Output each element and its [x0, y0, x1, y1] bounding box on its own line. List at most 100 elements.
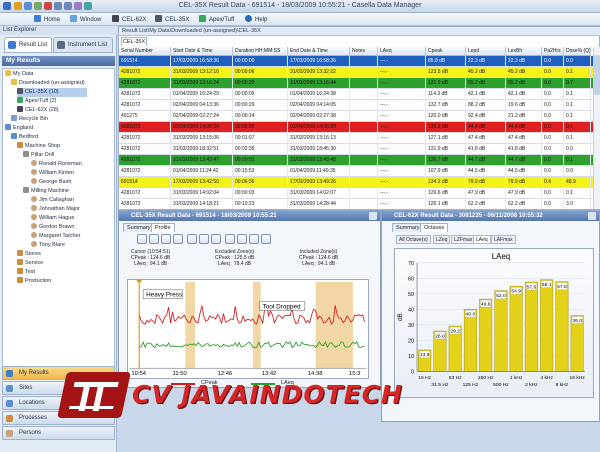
- subtab-lafmax[interactable]: LAFmax: [491, 235, 516, 244]
- tab-summary[interactable]: Summary: [392, 223, 424, 232]
- table-row[interactable]: 4281072 31/03/2009 13:16:24 00:00:20 31/03/…: [119, 78, 593, 89]
- column-header[interactable]: Duration HH:MM:SS: [233, 47, 288, 56]
- table-cell: 0.0: [564, 144, 591, 155]
- tab-cel-35x-document[interactable]: CEL-35X: [121, 37, 147, 46]
- include-zone-icon[interactable]: [237, 234, 247, 244]
- close-icon[interactable]: [369, 212, 377, 220]
- menu-window[interactable]: Window: [70, 15, 101, 24]
- tab-result-list[interactable]: Result List: [4, 37, 52, 53]
- chart-settings-icon[interactable]: [249, 234, 259, 244]
- tree-node-downloaded[interactable]: Downloaded (un-assigned): [11, 79, 85, 88]
- tree-node-person[interactable]: Jim Callaghan: [31, 196, 74, 205]
- cursor-handle-icon[interactable]: [136, 280, 143, 284]
- tab-instrument-list[interactable]: Instrument List: [53, 37, 113, 53]
- column-header[interactable]: Start Date & Time: [171, 47, 233, 56]
- tab-octaves[interactable]: Octaves: [420, 223, 449, 232]
- print-icon[interactable]: [261, 234, 271, 244]
- tree-node-production[interactable]: Production: [17, 277, 51, 286]
- tab-profile[interactable]: Profile: [151, 223, 175, 232]
- zoom-out-icon[interactable]: [149, 234, 159, 244]
- profile-window-titlebar[interactable]: CEL-35X Result Data - 691514 - 18/03/200…: [119, 211, 380, 221]
- table-row[interactable]: 691514 17/03/2009 13:42:50 00:06:36 17/03/2…: [119, 177, 593, 188]
- tree-node-person[interactable]: William Hague: [31, 214, 74, 223]
- table-cell: 127.1 dB: [426, 133, 466, 144]
- menu-home[interactable]: Home: [34, 15, 60, 24]
- tree-node-person[interactable]: Ronald Roneman: [31, 160, 82, 169]
- table-row[interactable]: 4281072 31/03/2009 13:15:06 00:01:07 31/03/…: [119, 133, 593, 144]
- tree-node-person[interactable]: Gordon Brawn: [31, 223, 74, 232]
- tree-node-person[interactable]: Margaret Tatcher: [31, 232, 80, 241]
- tree-node-person[interactable]: William Kinten: [31, 169, 74, 178]
- octave-window-titlebar[interactable]: CEL-62X Result Data - 3081235 - 06/11/20…: [382, 211, 599, 221]
- bar[interactable]: [494, 290, 508, 372]
- cursor-icon[interactable]: [173, 234, 183, 244]
- octave-chart[interactable]: LAeq 0 10 20 30 40 50 60 70 dB 13.8 16 Hz 26.0 31.5 H…: [394, 248, 594, 398]
- person-icon: [31, 223, 37, 229]
- tree-node-stores[interactable]: Stores: [17, 250, 41, 259]
- bar[interactable]: [540, 279, 554, 372]
- exclude-zone-icon[interactable]: [225, 234, 235, 244]
- close-icon[interactable]: [588, 212, 596, 220]
- table-row[interactable]: 4281072 31/03/2009 14:02:04 00:00:03 31/03/…: [119, 188, 593, 199]
- annotate-icon[interactable]: [211, 234, 221, 244]
- column-header[interactable]: End Date & Time: [288, 47, 350, 56]
- menu-cel-35x[interactable]: CEL-35X: [155, 15, 189, 24]
- bar[interactable]: [524, 281, 538, 372]
- tree-node-england[interactable]: England: [5, 124, 33, 133]
- nav-persons[interactable]: Persons: [2, 426, 115, 440]
- table-row[interactable]: 4281072 31/03/2009 13:12:16 00:00:06 31/03/…: [119, 67, 593, 78]
- column-header[interactable]: Notes: [350, 47, 378, 56]
- table-row[interactable]: 4281072 02/04/2009 04:13:36 00:00:29 02/04/…: [119, 100, 593, 111]
- ruler-icon[interactable]: [199, 234, 209, 244]
- bar[interactable]: [463, 309, 477, 372]
- bar[interactable]: [570, 315, 584, 372]
- table-row[interactable]: 4281072 31/03/2009 18:32:51 00:02:39 31/03/…: [119, 144, 593, 155]
- table-row[interactable]: 691514 17/03/2009 16:58:36 00:00:00 17/03/2…: [119, 56, 593, 67]
- folder-open-icon[interactable]: [187, 234, 197, 244]
- bar[interactable]: [479, 298, 493, 372]
- tree-node-service[interactable]: Service: [17, 259, 43, 268]
- tree-node-my-data[interactable]: My Data: [5, 70, 33, 79]
- menu-cel-62x[interactable]: CEL-62X: [112, 15, 146, 24]
- subtab-all-octaves[interactable]: All Octave(s): [396, 235, 431, 244]
- tree-node-test[interactable]: Test: [17, 268, 35, 277]
- column-header[interactable]: Lepd: [466, 47, 506, 56]
- table-row[interactable]: 491275 02/04/2009 02:27:24 00:00:14 02/04/2…: [119, 111, 593, 122]
- column-header[interactable]: LexBh: [506, 47, 542, 56]
- hand-pan-icon[interactable]: [161, 234, 171, 244]
- table-row[interactable]: 4281072 31/03/2009 14:18:21 00:10:23 31/03/…: [119, 199, 593, 209]
- column-header[interactable]: Dose% (Q): [564, 47, 591, 56]
- tree-node-machine-shop[interactable]: Machine Shop: [17, 142, 60, 151]
- table-cell: ---.-: [378, 177, 426, 188]
- menu-help[interactable]: Help: [245, 15, 267, 24]
- tree-node-bedford[interactable]: Bedford: [11, 133, 38, 142]
- table-row[interactable]: 4281072 01/04/2009 16:24:29 00:00:09 01/04/…: [119, 89, 593, 100]
- tree-node-person[interactable]: George Bash: [31, 178, 71, 187]
- column-header[interactable]: Cpeak: [426, 47, 466, 56]
- subtab-lzfmax[interactable]: LZFmax: [451, 235, 476, 244]
- tree-node-cel-62x[interactable]: CEL-62X (28): [17, 106, 59, 115]
- tree-node-apex-tuff[interactable]: Apex/Tuff (2): [17, 97, 57, 106]
- table-row[interactable]: 4281072 03/04/2009 14:06:04 00:00:05 03/04/…: [119, 122, 593, 133]
- tab-summary[interactable]: Summary: [123, 223, 155, 232]
- menu-apex-tuff[interactable]: Apex/Tuff: [199, 15, 234, 24]
- tree-node-pillar-drill[interactable]: Pillar Drill: [23, 151, 54, 160]
- column-header[interactable]: Serial Number: [119, 47, 171, 56]
- tree-node-milling-machine[interactable]: Milling Machine: [23, 187, 69, 196]
- tree-node-cel-35x[interactable]: CEL-35X (10): [17, 88, 87, 97]
- zoom-in-icon[interactable]: [137, 234, 147, 244]
- profile-chart[interactable]: Heavy Press Tool Dropped 10:54 11:50 12:…: [127, 279, 369, 379]
- subtab-laeq[interactable]: LAeq: [473, 235, 491, 244]
- column-header[interactable]: Pa2Hrs: [542, 47, 564, 56]
- table-row[interactable]: 4281072 01/04/2009 11:24:42 00:15:53 01/04/…: [119, 166, 593, 177]
- bar[interactable]: [555, 281, 569, 372]
- scrollbar-thumb[interactable]: [594, 55, 600, 95]
- table-cell: 00:00:03: [233, 188, 288, 199]
- table-row[interactable]: 4281072 31/03/2009 13:43:47 00:00:01 31/03/…: [119, 155, 593, 166]
- bar[interactable]: [509, 285, 523, 372]
- tree-node-recycle-bin[interactable]: Recycle Bin: [11, 115, 48, 124]
- tree-node-person[interactable]: Johnathan Major: [31, 205, 80, 214]
- column-header[interactable]: LAeq: [378, 47, 426, 56]
- subtab-lzeq[interactable]: LZeq: [433, 235, 451, 244]
- tree-node-person[interactable]: Tony Blare: [31, 241, 65, 250]
